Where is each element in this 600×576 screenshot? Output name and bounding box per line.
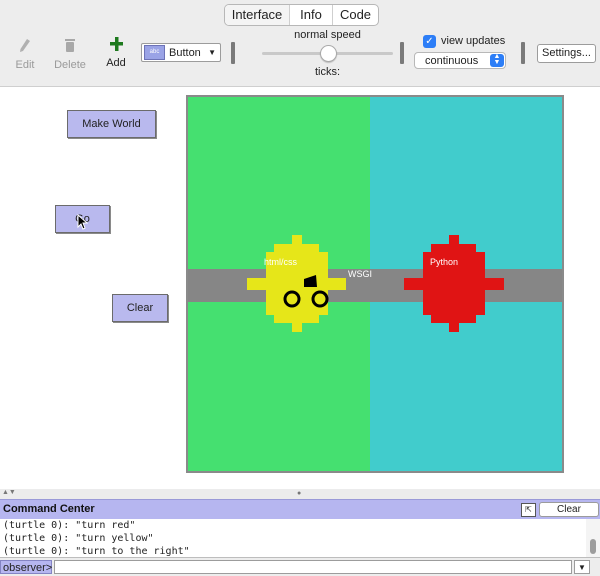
pencil-icon — [20, 39, 30, 52]
edit-button[interactable]: Edit — [12, 38, 38, 71]
update-mode-value: continuous — [425, 55, 479, 67]
update-mode-select[interactable]: continuous ▲ ▼ — [414, 52, 506, 69]
make-world-button[interactable]: Make World — [67, 110, 156, 138]
toolbar-separator — [521, 42, 525, 64]
wsgi-road — [188, 269, 562, 302]
road-label: WSGI — [348, 269, 372, 279]
delete-label: Delete — [54, 59, 86, 71]
world-view[interactable]: WSGI html/css Python — [186, 95, 564, 473]
add-label: Add — [106, 57, 126, 69]
ticks-label: ticks: — [314, 66, 341, 78]
chevron-down-icon: ▼ — [208, 48, 216, 57]
tab-code[interactable]: Code — [333, 5, 378, 25]
widget-type-select[interactable]: abc Button ▼ — [141, 43, 221, 62]
agent-type-select[interactable]: observer> — [0, 560, 52, 574]
up-down-chevron-icon: ▲ ▼ — [490, 53, 504, 67]
toolbar-separator — [231, 42, 235, 64]
view-updates-label: view updates — [441, 35, 506, 47]
turtle-label-html-css: html/css — [264, 257, 298, 267]
output-line: (turtle 0): "turn yellow" — [3, 533, 154, 544]
delete-button[interactable]: Delete — [53, 38, 87, 71]
toolbar-separator — [400, 42, 404, 64]
tab-interface[interactable]: Interface — [225, 5, 290, 25]
speed-slider-thumb[interactable] — [319, 45, 337, 62]
command-center-title: Command Center — [3, 503, 95, 515]
drag-handle-icon[interactable]: ● — [297, 490, 301, 497]
button-widget-icon: abc — [144, 45, 165, 60]
world-canvas: WSGI html/css Python — [188, 97, 562, 471]
checkmark-icon: ✓ — [425, 36, 434, 47]
command-center-clear-button[interactable]: Clear — [539, 502, 599, 517]
command-center-header: Command Center ⇱ Clear — [0, 499, 600, 519]
widget-type-value: Button — [169, 46, 201, 59]
clear-world-button[interactable]: Clear — [112, 294, 168, 322]
collapse-arrows-icon[interactable]: ▲▼ — [2, 489, 16, 496]
tab-info[interactable]: Info — [290, 5, 333, 25]
edit-label: Edit — [15, 59, 35, 71]
expand-icon[interactable]: ⇱ — [521, 503, 536, 517]
history-dropdown-icon[interactable]: ▼ — [574, 560, 590, 574]
turtle-label-python: Python — [430, 257, 458, 267]
trash-icon — [65, 39, 75, 52]
view-updates-checkbox[interactable]: ✓ — [423, 35, 436, 48]
add-button[interactable]: Add — [102, 37, 130, 69]
settings-button[interactable]: Settings... — [537, 44, 596, 63]
pane-divider[interactable]: ▲▼ ● — [0, 489, 600, 499]
plus-icon — [109, 37, 123, 51]
output-line: (turtle 0): "turn to the right" — [3, 546, 190, 557]
mouse-cursor-icon — [77, 214, 88, 230]
command-input-row: observer> ▼ — [0, 557, 600, 576]
output-scrollbar[interactable] — [586, 519, 600, 557]
speed-label: normal speed — [294, 29, 361, 41]
command-center-output: (turtle 0): "turn red" (turtle 0): "turn… — [0, 519, 586, 557]
command-input[interactable] — [54, 560, 572, 574]
output-line: (turtle 0): "turn red" — [3, 520, 136, 531]
tab-bar: Interface Info Code — [224, 4, 379, 26]
